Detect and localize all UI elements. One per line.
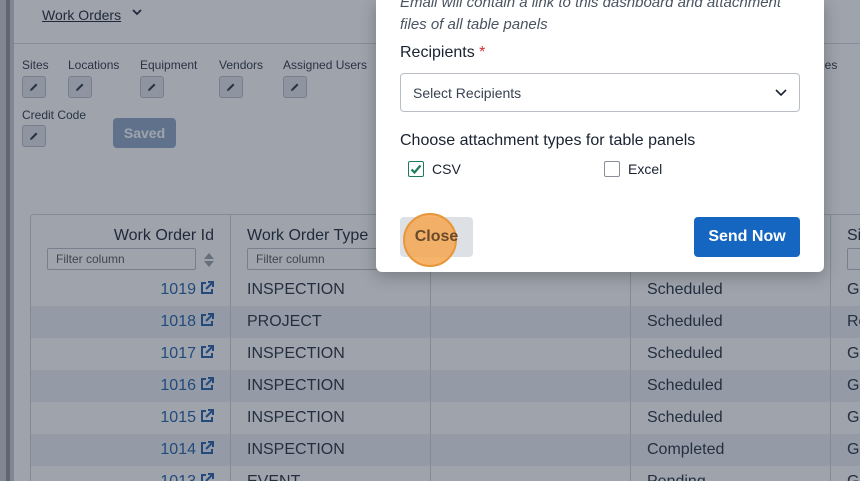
recipients-select[interactable]: Select Recipients [400,73,800,112]
close-button-label[interactable]: Close [400,217,473,257]
send-report-modal: Email will contain a link to this dashbo… [376,0,824,272]
excel-checkbox[interactable] [604,161,620,177]
recipients-placeholder: Select Recipients [413,85,522,101]
excel-label[interactable]: Excel [628,161,662,177]
csv-label[interactable]: CSV [432,161,461,177]
send-now-button[interactable]: Send Now [694,217,800,257]
csv-checkbox[interactable] [408,161,424,177]
chevron-down-icon [775,89,787,97]
modal-description: Email will contain a link to this dashbo… [400,0,782,33]
checkmark-icon [410,164,422,175]
attachment-types-label: Choose attachment types for table panels [400,132,696,149]
required-mark: * [479,44,486,61]
recipients-label: Recipients * [400,44,486,61]
